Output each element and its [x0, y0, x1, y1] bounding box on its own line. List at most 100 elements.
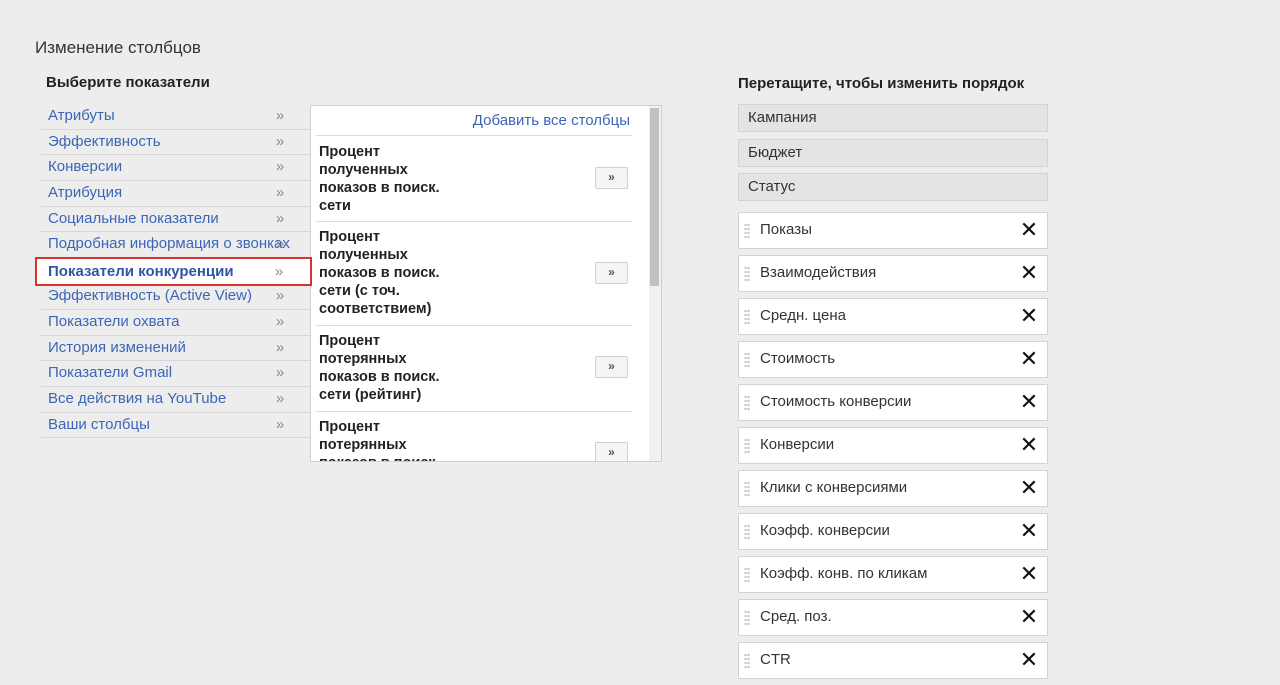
metrics-scrollbar[interactable] [649, 106, 661, 461]
category-social[interactable]: Социальные показатели » [41, 207, 311, 233]
chevron-right-icon: » [275, 158, 285, 176]
category-label: Конверсии [48, 158, 123, 176]
selected-column-label: Стоимость [760, 350, 836, 367]
chevron-right-icon: » [275, 338, 285, 356]
remove-column-icon[interactable]: ✕ [1019, 475, 1039, 501]
category-change-history[interactable]: История изменений » [41, 336, 311, 362]
selected-column-label: Средн. цена [760, 307, 846, 324]
selected-column-label: Сред. поз. [760, 608, 832, 625]
drag-handle-icon[interactable] [744, 309, 750, 325]
metric-label: Процент полученных показов в поиск. сети… [319, 229, 440, 317]
metric-label: Процент потерянных показов в поиск. сети… [319, 333, 440, 403]
select-metrics-heading: Выберите показатели [46, 74, 210, 91]
selected-column-item[interactable]: Стоимость ✕ [738, 341, 1048, 378]
selected-column-label: CTR [760, 651, 791, 668]
category-gmail[interactable]: Показатели Gmail » [41, 361, 311, 387]
selected-column-item[interactable]: Показы ✕ [738, 212, 1048, 249]
category-label: История изменений [48, 338, 186, 356]
category-conversions[interactable]: Конверсии » [41, 155, 311, 182]
page-title: Изменение столбцов [35, 38, 201, 57]
drag-handle-icon[interactable] [744, 610, 750, 626]
remove-column-icon[interactable]: ✕ [1019, 303, 1039, 329]
fixed-column-campaign: Кампания [738, 104, 1048, 132]
scrollbar-thumb[interactable] [650, 108, 659, 286]
metric-row: Процент полученных показов в поиск. сети… [316, 136, 632, 222]
category-active-view[interactable]: Эффективность (Active View) » [41, 284, 311, 310]
add-metric-button[interactable]: » [595, 356, 628, 378]
add-metric-button[interactable]: » [595, 167, 628, 189]
category-youtube[interactable]: Все действия на YouTube » [41, 387, 311, 413]
metric-category-list: Атрибуты » Эффективность » Конверсии » Атри… [35, 104, 312, 439]
drag-handle-icon[interactable] [744, 481, 750, 497]
chevron-right-icon: » [275, 312, 285, 330]
add-metric-button[interactable]: » [595, 262, 628, 284]
selected-column-label: Стоимость конверсии [760, 393, 912, 410]
selected-column-label: Конверсии [760, 436, 835, 453]
category-reach[interactable]: Показатели охвата » [41, 310, 311, 336]
category-custom-columns[interactable]: Ваши столбцы » [41, 413, 311, 439]
selected-column-label: Коэфф. конв. по кликам [760, 565, 928, 582]
drag-handle-icon[interactable] [744, 438, 750, 454]
chevron-right-icon: » [274, 263, 284, 281]
drag-handle-icon[interactable] [744, 653, 750, 669]
category-label: Подробная информация о звонках [48, 235, 290, 253]
selected-column-item[interactable]: Взаимодействия ✕ [738, 255, 1048, 292]
selected-column-label: Показы [760, 221, 812, 238]
selected-column-label: Взаимодействия [760, 264, 877, 281]
selected-column-label: Клики с конверсиями [760, 479, 908, 496]
chevron-right-icon: » [275, 287, 285, 305]
category-competitive-metrics[interactable]: Показатели конкуренции » [35, 257, 312, 287]
remove-column-icon[interactable]: ✕ [1019, 604, 1039, 630]
category-label: Атрибуция [48, 184, 123, 202]
selected-column-item[interactable]: Средн. цена ✕ [738, 298, 1048, 335]
drag-handle-icon[interactable] [744, 352, 750, 368]
remove-column-icon[interactable]: ✕ [1019, 561, 1039, 587]
metric-row: Процент потерянных показов в поиск. сети… [316, 326, 632, 412]
remove-column-icon[interactable]: ✕ [1019, 432, 1039, 458]
selected-column-item[interactable]: Коэфф. конв. по кликам ✕ [738, 556, 1048, 593]
metric-label: Процент потерянных показов в поиск. сети… [319, 419, 440, 461]
drag-handle-icon[interactable] [744, 266, 750, 282]
chevron-right-icon: » [275, 184, 285, 202]
category-label: Эффективность (Active View) [48, 287, 252, 305]
metric-row: Процент потерянных показов в поиск. сети… [316, 412, 632, 461]
drag-handle-icon[interactable] [744, 223, 750, 239]
category-label: Атрибуты [48, 107, 115, 124]
add-all-columns-link[interactable]: Добавить все столбцы [473, 112, 630, 129]
selected-column-item[interactable]: CTR ✕ [738, 642, 1048, 679]
remove-column-icon[interactable]: ✕ [1019, 389, 1039, 415]
remove-column-icon[interactable]: ✕ [1019, 346, 1039, 372]
chevron-right-icon: » [275, 389, 285, 407]
fixed-column-status: Статус [738, 173, 1048, 201]
remove-column-icon[interactable]: ✕ [1019, 217, 1039, 243]
chevron-right-icon: » [275, 235, 285, 253]
remove-column-icon[interactable]: ✕ [1019, 260, 1039, 286]
remove-column-icon[interactable]: ✕ [1019, 647, 1039, 673]
chevron-right-icon: » [275, 209, 285, 227]
category-label: Все действия на YouTube [48, 389, 227, 407]
remove-column-icon[interactable]: ✕ [1019, 518, 1039, 544]
category-label: Социальные показатели [48, 209, 219, 227]
metric-row: Процент полученных показов в поиск. сети… [316, 222, 632, 326]
drag-handle-icon[interactable] [744, 395, 750, 411]
category-label: Показатели охвата [48, 312, 180, 330]
drag-handle-icon[interactable] [744, 567, 750, 583]
category-attribution[interactable]: Атрибуция » [41, 181, 311, 207]
drag-handle-icon[interactable] [744, 524, 750, 540]
reorder-heading: Перетащите, чтобы изменить порядок [738, 75, 1025, 92]
selected-column-item[interactable]: Стоимость конверсии ✕ [738, 384, 1048, 421]
category-label: Показатели конкуренции [48, 263, 234, 281]
category-performance[interactable]: Эффективность » [41, 130, 311, 156]
category-call-details[interactable]: Подробная информация о звонках» [41, 232, 311, 259]
selected-column-item[interactable]: Коэфф. конверсии ✕ [738, 513, 1048, 550]
selected-column-label: Коэфф. конверсии [760, 522, 890, 539]
fixed-column-budget: Бюджет [738, 139, 1048, 167]
category-attributes[interactable]: Атрибуты » [41, 104, 311, 130]
chevron-right-icon: » [275, 364, 285, 382]
selected-column-item[interactable]: Клики с конверсиями ✕ [738, 470, 1048, 507]
chevron-right-icon: » [275, 107, 285, 124]
add-metric-button[interactable]: » [595, 442, 628, 461]
metric-label: Процент полученных показов в поиск. сети [319, 144, 440, 214]
selected-column-item[interactable]: Конверсии ✕ [738, 427, 1048, 464]
selected-column-item[interactable]: Сред. поз. ✕ [738, 599, 1048, 636]
